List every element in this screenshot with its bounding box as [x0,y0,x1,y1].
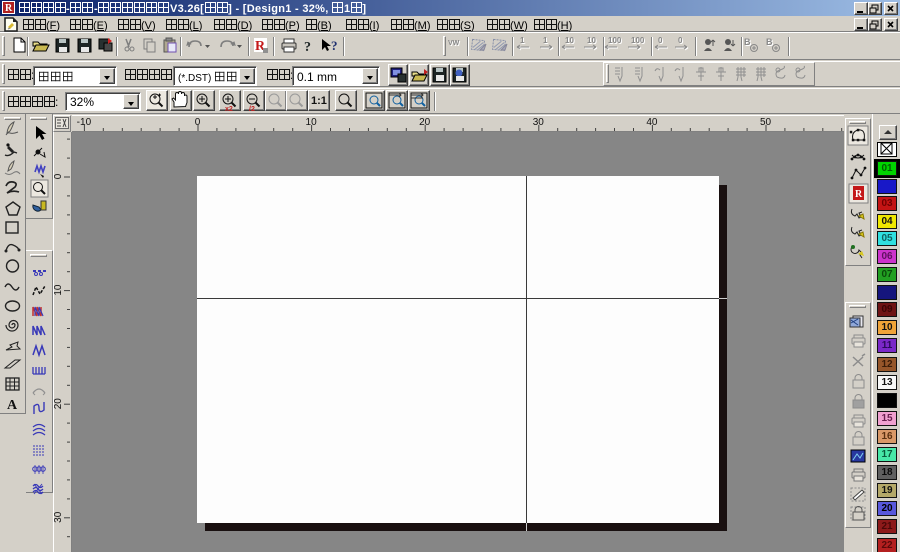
svg-text:A: A [7,398,18,413]
svg-text:100: 100 [608,36,622,45]
svg-text:1:1: 1:1 [311,95,327,107]
svg-text:30: 30 [533,117,545,128]
svg-text:30: 30 [53,511,64,523]
svg-text:R: R [855,189,863,200]
svg-text:50: 50 [760,117,772,128]
svg-text:10: 10 [587,36,596,45]
svg-text:10: 10 [53,284,64,296]
svg-text:0: 0 [53,173,64,179]
svg-text:1: 1 [520,36,525,45]
svg-text:B: B [766,37,773,47]
svg-text:0: 0 [678,36,683,45]
svg-text:?: ? [331,38,338,53]
svg-text:B: B [744,37,751,47]
svg-text:VW: VW [448,40,460,47]
svg-text:1: 1 [543,36,548,45]
svg-text:-10: -10 [77,117,92,128]
svg-text:0: 0 [195,117,201,128]
svg-text:10: 10 [306,117,318,128]
svg-text:/2: /2 [249,106,255,113]
svg-text:100: 100 [631,36,645,45]
svg-text:?: ? [304,40,311,55]
svg-text:0: 0 [658,36,663,45]
svg-text:40: 40 [646,117,658,128]
svg-text:x2: x2 [225,106,233,113]
svg-text:10: 10 [565,36,574,45]
svg-text:20: 20 [419,117,431,128]
svg-text:20: 20 [53,398,64,410]
